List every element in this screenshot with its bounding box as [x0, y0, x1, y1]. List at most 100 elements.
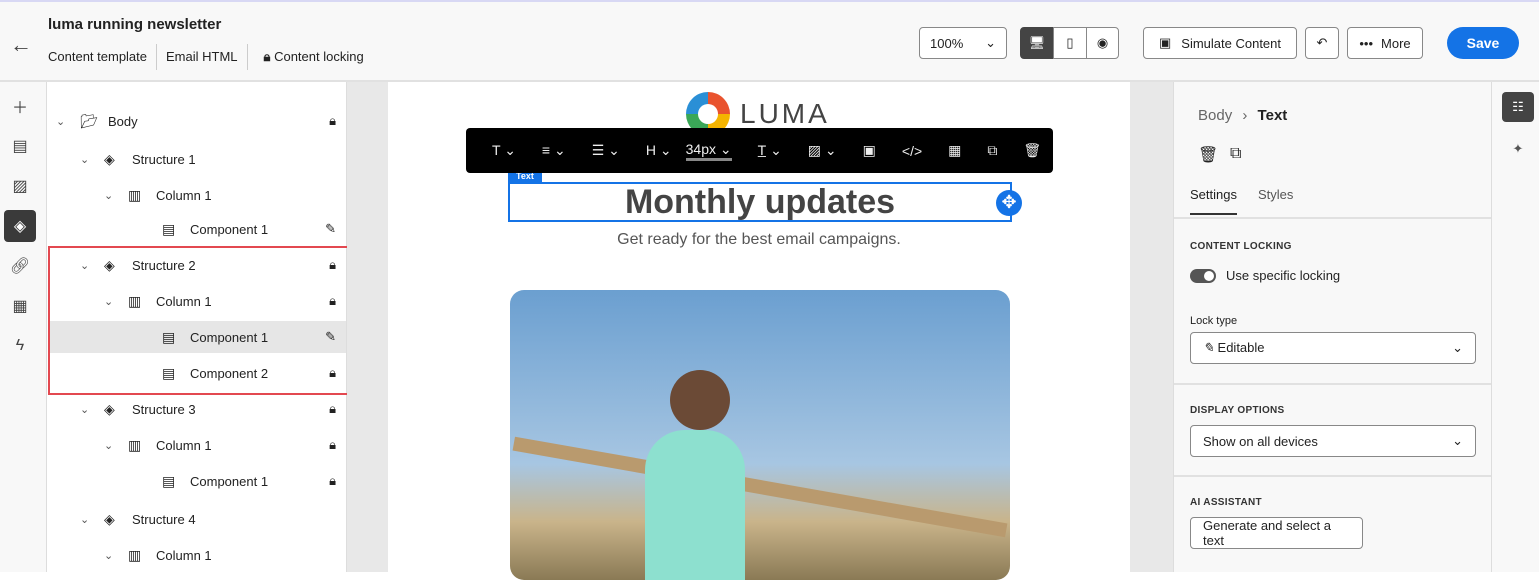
code-icon[interactable]: </>: [902, 143, 922, 159]
list-icon[interactable]: ☰ ⌄: [592, 142, 620, 159]
lock-icon[interactable]: 🔒︎: [329, 437, 336, 453]
left-rail: ＋ ▤ ▨ ◈ 🔗︎ ▦ ϟ: [0, 82, 47, 572]
personalization-icon[interactable]: ▣: [863, 142, 876, 159]
tree-item[interactable]: ⌄ ▥ Column 1 🔒︎: [48, 285, 346, 317]
chevron-down-icon[interactable]: ⌄: [80, 513, 94, 526]
tree-item[interactable]: ⌄ ◈ Structure 1: [48, 143, 346, 175]
toggle-label: Use specific locking: [1226, 268, 1341, 283]
tree-item[interactable]: ⌄ ◈ Structure 2 🔒︎: [48, 249, 346, 281]
layers-icon: ◈: [104, 150, 115, 167]
display-select[interactable]: Show on all devices ⌄: [1190, 425, 1476, 457]
breadcrumb-text: Text: [1257, 107, 1288, 124]
component-icon: ▤: [162, 364, 176, 381]
content-locking-button[interactable]: 🔒︎ Content locking: [248, 44, 373, 70]
lock-icon[interactable]: 🔒︎: [329, 257, 336, 273]
pencil-icon[interactable]: ✎: [325, 329, 336, 345]
tree-item[interactable]: ⌄ ▥ Column 1 🔒︎: [48, 429, 346, 461]
back-arrow-icon[interactable]: ←: [10, 32, 32, 58]
heading-text[interactable]: Monthly updates: [508, 182, 1012, 222]
subheading-text[interactable]: Get ready for the best email campaigns.: [388, 231, 1130, 249]
right-rail: ☷ ✦: [1491, 82, 1539, 572]
tree-item[interactable]: ⌄ ◈ Structure 3 🔒︎: [48, 393, 346, 425]
mobile-view-icon[interactable]: ▯: [1053, 27, 1087, 59]
components-icon[interactable]: ▦: [4, 290, 36, 322]
chevron-down-icon[interactable]: ⌄: [104, 295, 118, 308]
text-color-icon[interactable]: T̲ ⌄: [758, 142, 782, 159]
component-icon: ▤: [162, 472, 176, 489]
tab-styles[interactable]: Styles: [1258, 187, 1293, 202]
lock-icon[interactable]: 🔒︎: [329, 365, 336, 381]
page-title: luma running newsletter: [48, 16, 222, 33]
simulate-content-button[interactable]: ▣ Simulate Content: [1143, 27, 1297, 59]
content-locking-heading: CONTENT LOCKING: [1190, 241, 1292, 252]
navigation-tree: ⌄ 📂︎ Body 🔒︎ ⌄ ◈ Structure 1 ⌄ ▥ Column 1 ▤ Compone…: [48, 82, 347, 572]
tree-item-label: Component 1: [190, 221, 269, 237]
settings-sliders-icon[interactable]: ☷: [1502, 92, 1534, 122]
lock-type-select[interactable]: ✎ Editable ⌄: [1190, 332, 1476, 364]
tab-settings[interactable]: Settings: [1190, 187, 1237, 215]
tree-item[interactable]: ▤ Component 1 ✎: [48, 321, 346, 353]
move-handle-icon[interactable]: ✥: [996, 190, 1022, 216]
ellipsis-icon: •••: [1359, 35, 1374, 51]
breadcrumb-body[interactable]: Body: [1198, 107, 1232, 124]
link-icon[interactable]: 🔗︎: [4, 250, 36, 282]
email-html-label: Email HTML: [157, 44, 248, 70]
tree-item[interactable]: ▤ Component 1 ✎: [48, 213, 346, 245]
generate-text-button[interactable]: Generate and select a text: [1190, 517, 1363, 549]
simulate-icon: ▣: [1158, 35, 1172, 50]
columns-icon: ▥: [128, 436, 142, 453]
more-button[interactable]: ••• More: [1347, 27, 1423, 59]
duplicate-icon[interactable]: ⧉: [1230, 145, 1241, 163]
lock-icon[interactable]: 🔒︎: [329, 473, 336, 489]
lock-icon[interactable]: 🔒︎: [329, 401, 336, 417]
tree-item[interactable]: ⌄ ▥ Column 1: [48, 179, 346, 211]
tree-item-label: Column 1: [156, 437, 212, 453]
lightning-icon[interactable]: ϟ: [4, 330, 36, 362]
tree-item[interactable]: ⌄ ◈ Structure 4: [48, 503, 346, 535]
chevron-down-icon[interactable]: ⌄: [104, 549, 118, 562]
tree-item-label: Structure 1: [132, 151, 196, 167]
fragments-icon[interactable]: ▤: [4, 130, 36, 162]
chevron-down-icon[interactable]: ⌄: [104, 439, 118, 452]
tree-item[interactable]: ⌄ ▥ Column 1: [48, 539, 346, 571]
text-format-icon[interactable]: T ⌄: [492, 142, 516, 159]
chevron-down-icon[interactable]: ⌄: [80, 403, 94, 416]
delete-icon[interactable]: 🗑︎: [1198, 145, 1218, 165]
preview-eye-icon[interactable]: ◉: [1086, 27, 1119, 59]
add-icon[interactable]: ＋: [4, 90, 36, 122]
properties-panel: Body › Text 🗑︎ ⧉ Settings Styles CONTENT…: [1173, 82, 1491, 572]
tree-item[interactable]: ▤ Component 2 🔒︎: [48, 357, 346, 389]
specific-locking-toggle[interactable]: [1190, 269, 1216, 283]
components-icon[interactable]: ▦: [948, 142, 961, 159]
display-options-heading: DISPLAY OPTIONS: [1190, 405, 1285, 416]
font-size-select[interactable]: 34px ⌄: [685, 141, 732, 161]
tree-item-label: Component 2: [190, 365, 269, 381]
component-icon: ▤: [162, 328, 176, 345]
heading-select[interactable]: H ⌄: [646, 142, 672, 159]
lock-icon[interactable]: 🔒︎: [329, 113, 336, 129]
hero-image[interactable]: [510, 290, 1010, 580]
tree-item[interactable]: ▤ Component 1 🔒︎: [48, 465, 346, 497]
image-icon[interactable]: ▨ ⌄: [808, 142, 837, 159]
undo-icon[interactable]: ↶: [1305, 27, 1339, 59]
chevron-down-icon[interactable]: ⌄: [56, 115, 70, 128]
layers-icon[interactable]: ◈: [4, 210, 36, 242]
ai-assistant-section: AI ASSISTANT Generate and select a text: [1174, 475, 1491, 572]
delete-icon[interactable]: 🗑︎: [1023, 142, 1041, 159]
chevron-down-icon[interactable]: ⌄: [80, 153, 94, 166]
lock-icon[interactable]: 🔒︎: [329, 293, 336, 309]
component-icon: ▤: [162, 220, 176, 237]
save-button[interactable]: Save: [1447, 27, 1519, 59]
pencil-icon[interactable]: ✎: [325, 221, 336, 237]
desktop-view-icon[interactable]: 🖥︎: [1020, 27, 1054, 59]
align-icon[interactable]: ≡ ⌄: [542, 142, 566, 159]
tree-item[interactable]: ⌄ 📂︎ Body 🔒︎: [48, 105, 346, 137]
zoom-select[interactable]: 100% ⌄: [919, 27, 1007, 59]
chevron-down-icon[interactable]: ⌄: [104, 189, 118, 202]
content-template-label: Content template: [48, 44, 158, 70]
assets-icon[interactable]: ▨: [4, 170, 36, 202]
duplicate-icon[interactable]: ⧉: [987, 142, 997, 159]
chevron-down-icon[interactable]: ⌄: [80, 259, 94, 272]
sparkle-icon[interactable]: ✦: [1502, 134, 1534, 164]
chevron-down-icon: ⌄: [985, 35, 996, 50]
